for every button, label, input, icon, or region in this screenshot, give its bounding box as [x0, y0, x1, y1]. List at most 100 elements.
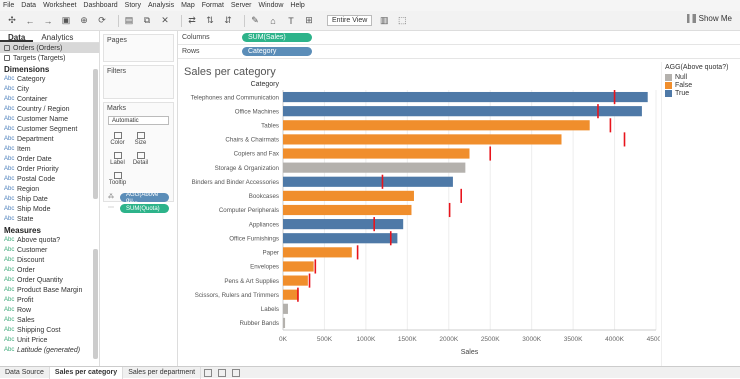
bar[interactable]: [283, 190, 414, 201]
datasource-targets[interactable]: Targets (Targets): [0, 53, 99, 63]
menu-file[interactable]: File: [3, 2, 14, 9]
bar[interactable]: [283, 204, 412, 216]
dimension-category[interactable]: Abc Category: [0, 74, 99, 84]
label-button[interactable]: Label: [106, 149, 129, 169]
dimension-customer-name[interactable]: Abc Customer Name: [0, 114, 99, 124]
bar[interactable]: [283, 247, 352, 258]
clear-sheet-icon[interactable]: ✕: [159, 15, 171, 27]
dimension-postal-code[interactable]: Abc Postal Code: [0, 174, 99, 184]
measure-product-base-margin[interactable]: Abc Product Base Margin: [0, 285, 99, 295]
measure-shipping-cost[interactable]: Abc Shipping Cost: [0, 325, 99, 335]
presentation-icon[interactable]: ⬚: [396, 15, 408, 27]
new-worksheet-icon[interactable]: [204, 368, 213, 377]
measure-discount[interactable]: Abc Discount: [0, 255, 99, 265]
forward-icon[interactable]: →: [42, 15, 54, 27]
group-icon[interactable]: ⌂: [267, 15, 279, 27]
measure-order-quantity[interactable]: Abc Order Quantity: [0, 275, 99, 285]
measure-latitude-generated-[interactable]: Abc Latitude (generated): [0, 345, 99, 355]
legend-item-true[interactable]: True: [662, 89, 740, 97]
dimension-state[interactable]: Abc State: [0, 214, 99, 224]
menu-dashboard[interactable]: Dashboard: [83, 2, 117, 9]
legend-item-false[interactable]: False: [662, 81, 740, 89]
menu-window[interactable]: Window: [259, 2, 284, 9]
bar[interactable]: [283, 289, 299, 300]
legend-item-null[interactable]: Null: [662, 73, 740, 81]
measure-unit-price[interactable]: Abc Unit Price: [0, 335, 99, 345]
menu-worksheet[interactable]: Worksheet: [43, 2, 76, 9]
bar[interactable]: [283, 162, 466, 173]
dimension-container[interactable]: Abc Container: [0, 94, 99, 104]
dimensions-scrollbar[interactable]: [93, 69, 98, 199]
bar[interactable]: [283, 134, 562, 145]
dimension-city[interactable]: Abc City: [0, 84, 99, 94]
menu-server[interactable]: Server: [231, 2, 252, 9]
measure-customer[interactable]: Abc Customer: [0, 245, 99, 255]
bar[interactable]: [283, 303, 288, 314]
color-button[interactable]: Color: [106, 129, 129, 149]
cards-icon[interactable]: ▥: [378, 15, 390, 27]
bar[interactable]: [283, 219, 404, 230]
dimension-department[interactable]: Abc Department: [0, 134, 99, 144]
size-button[interactable]: Size: [129, 129, 152, 149]
dimension-customer-segment[interactable]: Abc Customer Segment: [0, 124, 99, 134]
fit-select[interactable]: Entire View: [327, 15, 373, 26]
mark-pill-above-quota[interactable]: ⁂ AGG(Above qu...: [108, 192, 169, 204]
new-story-icon[interactable]: [232, 368, 241, 377]
mark-pill-quota[interactable]: ⋯ SUM(Quota): [108, 204, 169, 213]
bar[interactable]: [283, 148, 470, 159]
bar[interactable]: [283, 317, 286, 329]
rows-shelf[interactable]: Rows Category: [178, 45, 740, 59]
fix-axes-icon[interactable]: ⊞: [303, 15, 315, 27]
columns-pill[interactable]: SUM(Sales): [242, 33, 312, 42]
menu-help[interactable]: Help: [290, 2, 304, 9]
dimension-order-priority[interactable]: Abc Order Priority: [0, 164, 99, 174]
measure-profit[interactable]: Abc Profit: [0, 295, 99, 305]
tableau-logo-icon[interactable]: ✣: [6, 15, 18, 27]
datasource-orders[interactable]: Orders (Orders): [0, 43, 99, 53]
dimension-ship-mode[interactable]: Abc Ship Mode: [0, 204, 99, 214]
measures-scrollbar[interactable]: [93, 249, 98, 359]
bar[interactable]: [283, 120, 590, 131]
new-dashboard-icon[interactable]: [218, 368, 227, 377]
menu-story[interactable]: Story: [125, 2, 141, 9]
swap-icon[interactable]: ⇄: [186, 15, 198, 27]
bar[interactable]: [283, 106, 642, 117]
dimension-item[interactable]: Abc Item: [0, 144, 99, 154]
bar[interactable]: [283, 176, 453, 187]
tab-sales-per-category[interactable]: Sales per category: [49, 366, 124, 379]
save-icon[interactable]: ▣: [60, 15, 72, 27]
rows-pill[interactable]: Category: [242, 47, 312, 56]
bar[interactable]: [283, 261, 314, 272]
dimension-order-date[interactable]: Abc Order Date: [0, 154, 99, 164]
menu-format[interactable]: Format: [202, 2, 224, 9]
filters-card[interactable]: Filters: [103, 65, 174, 99]
refresh-icon[interactable]: ⟳: [96, 15, 108, 27]
dimension-country-region[interactable]: Abc Country / Region: [0, 104, 99, 114]
tooltip-button[interactable]: Tooltip: [106, 169, 129, 189]
show-me-button[interactable]: Show Me: [686, 14, 732, 23]
dimension-ship-date[interactable]: Abc Ship Date: [0, 194, 99, 204]
highlight-icon[interactable]: ✎: [249, 15, 261, 27]
measure-sales[interactable]: Abc Sales: [0, 315, 99, 325]
bar[interactable]: [283, 233, 398, 244]
tab-analytics[interactable]: Analytics: [33, 31, 81, 42]
menu-data[interactable]: Data: [21, 2, 36, 9]
measure-order[interactable]: Abc Order: [0, 265, 99, 275]
detail-button[interactable]: Detail: [129, 149, 152, 169]
duplicate-sheet-icon[interactable]: ⧉: [141, 15, 153, 27]
columns-shelf[interactable]: Columns SUM(Sales): [178, 31, 740, 45]
new-sheet-icon[interactable]: ▤: [123, 15, 135, 27]
bar[interactable]: [283, 275, 308, 286]
menu-analysis[interactable]: Analysis: [148, 2, 174, 9]
pages-card[interactable]: Pages: [103, 34, 174, 62]
tab-data-source[interactable]: Data Source: [0, 366, 50, 379]
measure-row[interactable]: Abc Row: [0, 305, 99, 315]
bar[interactable]: [283, 91, 648, 103]
measure-above-quota-[interactable]: Abc Above quota?: [0, 235, 99, 245]
dimension-region[interactable]: Abc Region: [0, 184, 99, 194]
sort-asc-icon[interactable]: ⇅: [204, 15, 216, 27]
tab-data[interactable]: Data: [0, 31, 34, 42]
menu-map[interactable]: Map: [181, 2, 195, 9]
label-icon[interactable]: T: [285, 15, 297, 27]
sort-desc-icon[interactable]: ⇵: [222, 15, 234, 27]
